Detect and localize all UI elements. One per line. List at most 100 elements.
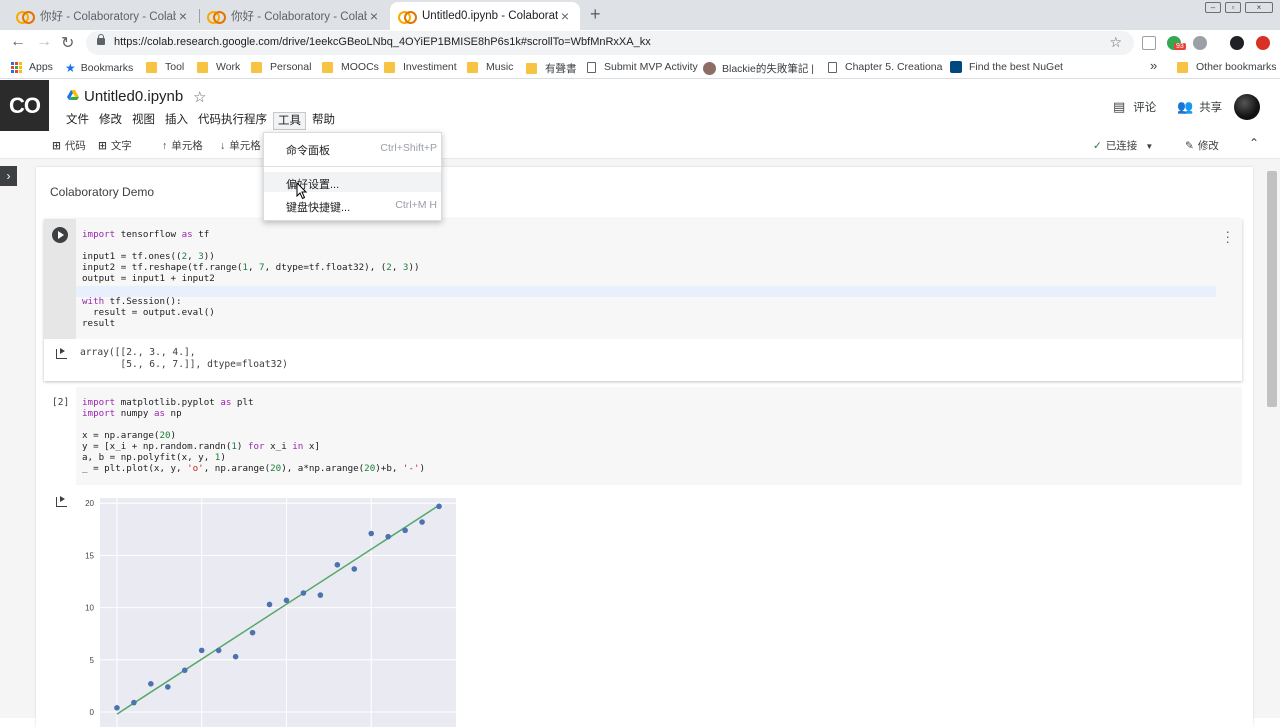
menu-item-label: 键盘快捷键... — [286, 202, 351, 214]
close-tab-icon[interactable]: × — [558, 8, 572, 24]
comment-button[interactable]: ▤ 评论 — [1113, 99, 1156, 115]
browser-tab-active[interactable]: Untitled0.ipynb - Colaboratory × — [390, 2, 580, 30]
arrow-down-icon: ↓ — [220, 140, 226, 152]
data-point — [436, 503, 442, 510]
bookmark-folder[interactable]: Investiment — [384, 61, 457, 73]
extension-icon[interactable] — [1193, 36, 1207, 50]
bookmark-folder[interactable]: Music — [467, 61, 513, 73]
google-drive-icon — [67, 90, 79, 100]
dropdown-arrow-icon: ▼ — [1145, 142, 1154, 151]
collapse-header-icon[interactable]: ⌃ — [1249, 136, 1259, 150]
other-bookmarks[interactable]: Other bookmarks — [1177, 61, 1277, 73]
text-cell[interactable]: Colaboratory Demo — [50, 185, 154, 199]
bookmark-label: Blackie的失敗筆記 | E — [722, 63, 815, 75]
code-line: input2 = tf.reshape(tf.range(1, 7, dtype… — [82, 262, 420, 273]
restore-icon[interactable]: ▫ — [1225, 2, 1241, 13]
run-cell-icon[interactable] — [52, 227, 68, 243]
data-point — [402, 527, 408, 534]
bookmark-item[interactable]: Find the best NuGet — [950, 61, 1063, 73]
notebook-toolbar: ⊞ 代码 ⊞ 文字 ↑ 单元格 ↓ 单元格 ✓ 已连接 ▼ ✎ 修改 ⌃ — [0, 131, 1280, 159]
menu-insert[interactable]: 插入 — [161, 112, 192, 130]
colab-favicon-icon — [398, 11, 417, 24]
close-tab-icon[interactable]: × — [176, 8, 190, 24]
add-code-button[interactable]: ⊞ 代码 — [52, 138, 86, 153]
page-icon — [587, 61, 596, 73]
share-button[interactable]: 👥 共享 — [1177, 99, 1222, 115]
output-icon[interactable] — [56, 496, 67, 507]
extension-icon[interactable] — [1256, 36, 1270, 50]
output-icon[interactable] — [56, 348, 67, 359]
menu-item-keyboard-shortcuts[interactable]: 键盘快捷键... Ctrl+M H — [264, 195, 441, 215]
sidebar-toggle-icon[interactable]: › — [0, 166, 17, 186]
address-bar[interactable]: https://colab.research.google.com/drive/… — [86, 31, 1134, 55]
close-tab-icon[interactable]: × — [367, 8, 381, 24]
bookmark-folder[interactable]: Work — [197, 61, 240, 73]
menu-help[interactable]: 帮助 — [308, 112, 339, 130]
bookmark-label: Music — [486, 61, 514, 73]
cell-down-label: 单元格 — [229, 140, 261, 152]
plus-icon: ⊞ — [98, 140, 107, 152]
bookmark-star-icon[interactable]: ☆ — [1109, 34, 1122, 51]
move-cell-up-button[interactable]: ↑ 单元格 — [162, 138, 203, 153]
notebook-title[interactable]: Untitled0.ipynb — [84, 88, 183, 105]
menu-item-command-palette[interactable]: 命令面板 Ctrl+Shift+P — [264, 138, 441, 158]
bookmark-item[interactable]: ★ Bookmarks — [65, 61, 133, 75]
close-window-icon[interactable]: × — [1245, 2, 1273, 13]
browser-tab[interactable]: 你好 - Colaboratory - Colaborato × — [199, 2, 389, 30]
y-tick-label: 0 — [90, 708, 95, 717]
back-icon[interactable]: ← — [10, 33, 26, 51]
extension-icon[interactable] — [1142, 36, 1156, 50]
bookmark-folder[interactable]: 有聲書 — [526, 61, 577, 76]
star-icon[interactable]: ☆ — [193, 88, 206, 106]
scrollbar[interactable] — [1267, 171, 1277, 407]
tab-title: 你好 - Colaboratory - Colaborato — [40, 11, 176, 23]
colab-header: CO Untitled0.ipynb ☆ 文件 修改 视图 插入 代码执行程序 … — [0, 80, 1280, 131]
bookmark-folder[interactable]: Tool — [146, 61, 184, 73]
colab-favicon-icon — [207, 11, 226, 24]
menu-item-preferences[interactable]: 偏好设置... — [264, 172, 441, 192]
menu-edit[interactable]: 修改 — [95, 112, 126, 130]
add-code-label: 代码 — [64, 140, 86, 152]
code-line: import tensorflow as tf — [82, 229, 210, 240]
minimize-icon[interactable]: – — [1205, 2, 1221, 13]
url-text[interactable]: https://colab.research.google.com/drive/… — [114, 36, 651, 48]
profile-avatar-icon[interactable] — [1230, 36, 1244, 50]
colab-logo[interactable]: CO — [0, 80, 49, 131]
menu-runtime[interactable]: 代码执行程序 — [194, 112, 271, 130]
runtime-status-button[interactable]: ✓ 已连接 ▼ — [1093, 138, 1153, 153]
menu-divider — [264, 166, 441, 167]
bookmark-item[interactable]: Chapter 5. Creationa — [828, 61, 942, 73]
code-line: output = input1 + input2 — [82, 273, 215, 284]
bookmark-label: Find the best NuGet — [969, 61, 1063, 73]
y-tick-label: 15 — [85, 551, 94, 560]
browser-tab[interactable]: 你好 - Colaboratory - Colaborato × — [8, 2, 198, 30]
check-icon: ✓ — [1093, 140, 1102, 152]
menu-file[interactable]: 文件 — [62, 112, 93, 130]
code-cell[interactable]: · · · import tensorflow as tf input1 = tf.… — [44, 219, 1242, 381]
user-avatar[interactable] — [1234, 94, 1260, 120]
bookmark-item[interactable]: Blackie的失敗筆記 | E — [703, 61, 815, 76]
data-point — [283, 597, 290, 604]
move-cell-down-button[interactable]: ↓ 单元格 — [220, 138, 261, 153]
bookmark-label: 有聲書 — [545, 63, 577, 75]
menu-tools[interactable]: 工具 — [273, 112, 306, 130]
bookmark-apps[interactable]: Apps — [11, 61, 53, 73]
bookmark-folder[interactable]: Personal — [251, 61, 311, 73]
arrow-up-icon: ↑ — [162, 140, 168, 152]
page-icon — [828, 61, 837, 73]
bookmarks-overflow-icon[interactable]: » — [1150, 58, 1157, 73]
reload-icon[interactable]: ↻ — [61, 33, 74, 53]
data-point — [266, 601, 273, 608]
data-point — [232, 653, 239, 660]
new-tab-icon[interactable]: + — [590, 4, 601, 25]
browser-tabstrip: 你好 - Colaboratory - Colaborato × 你好 - Co… — [0, 0, 1280, 30]
forward-icon[interactable]: → — [36, 33, 52, 51]
code-cell[interactable]: [2] import matplotlib.pyplot as plt impo… — [44, 387, 1242, 485]
cell-menu-icon[interactable]: · · · — [1225, 224, 1230, 248]
add-text-button[interactable]: ⊞ 文字 — [98, 138, 132, 153]
code-editor[interactable] — [76, 219, 1242, 339]
menu-view[interactable]: 视图 — [128, 112, 159, 130]
bookmark-folder[interactable]: MOOCs — [322, 61, 379, 73]
edit-button[interactable]: ✎ 修改 — [1185, 138, 1219, 153]
bookmark-item[interactable]: Submit MVP Activity — [587, 61, 698, 73]
